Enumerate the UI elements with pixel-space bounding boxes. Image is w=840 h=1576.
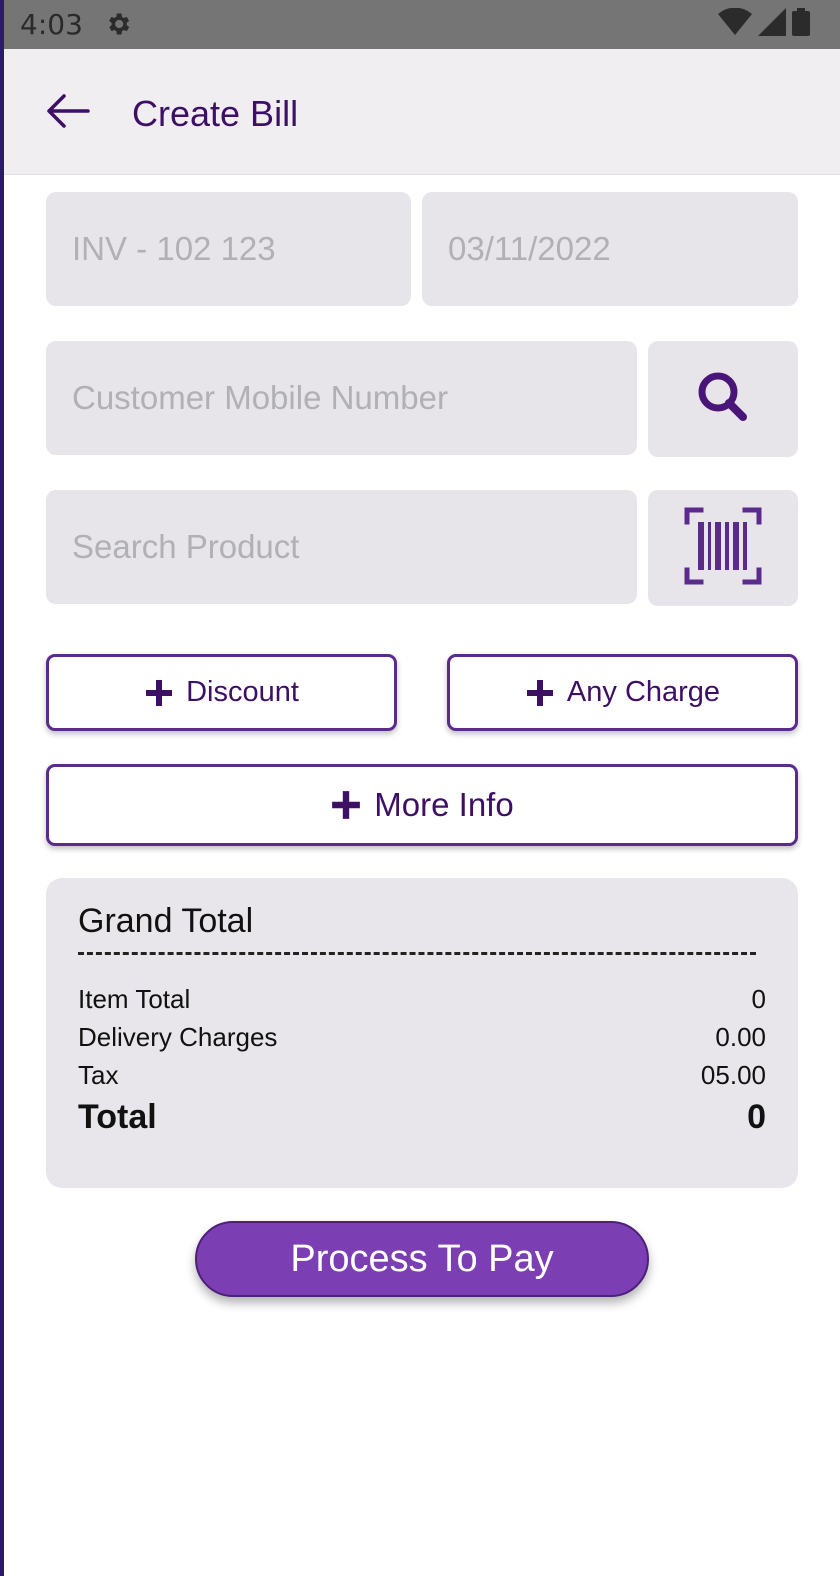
customer-mobile-placeholder: Customer Mobile Number: [72, 379, 448, 416]
product-search-placeholder: Search Product: [72, 528, 300, 565]
wifi-icon: [718, 7, 752, 41]
more-info-button[interactable]: More Info: [46, 764, 798, 846]
status-bar: 4:03: [4, 0, 840, 49]
delivery-charges-row: Delivery Charges 0.00: [78, 1022, 766, 1053]
barcode-scan-icon: [683, 506, 763, 591]
add-discount-label: Discount: [186, 676, 299, 708]
barcode-scan-button[interactable]: [648, 490, 798, 606]
customer-search-button[interactable]: [648, 341, 798, 457]
total-value: 0: [747, 1098, 766, 1136]
app-bar: Create Bill: [4, 49, 840, 175]
dashed-divider: [78, 952, 756, 955]
arrow-back-icon: [42, 94, 92, 137]
invoice-number-placeholder: INV - 102 123: [72, 230, 276, 267]
status-icons: [718, 7, 810, 41]
total-label: Total: [78, 1098, 157, 1136]
battery-icon: [792, 7, 810, 41]
add-charge-button[interactable]: Any Charge: [447, 654, 798, 731]
tax-value: 05.00: [700, 1060, 766, 1090]
back-button[interactable]: [42, 89, 92, 133]
delivery-charges-value: 0.00: [715, 1022, 766, 1052]
plus-icon: [330, 789, 362, 821]
signal-icon: [758, 7, 786, 41]
bill-date-field[interactable]: 03/11/2022: [422, 192, 798, 306]
window-edge: [0, 0, 4, 1576]
page-title: Create Bill: [132, 93, 299, 134]
add-discount-button[interactable]: Discount: [46, 654, 397, 731]
tax-label: Tax: [78, 1060, 119, 1090]
search-icon: [695, 369, 751, 430]
status-time: 4:03: [20, 8, 83, 41]
grand-total-card: Grand Total Item Total 0 Delivery Charge…: [46, 878, 798, 1188]
process-to-pay-button[interactable]: Process To Pay: [195, 1221, 649, 1297]
item-total-value: 0: [751, 984, 766, 1014]
item-total-row: Item Total 0: [78, 984, 766, 1015]
item-total-label: Item Total: [78, 984, 191, 1014]
plus-icon: [525, 678, 555, 708]
process-to-pay-label: Process To Pay: [290, 1237, 554, 1280]
customer-mobile-input[interactable]: Customer Mobile Number: [46, 341, 637, 455]
product-search-input[interactable]: Search Product: [46, 490, 637, 604]
total-row: Total 0: [78, 1098, 766, 1137]
tax-row: Tax 05.00: [78, 1060, 766, 1091]
bill-date-placeholder: 03/11/2022: [448, 230, 611, 267]
more-info-label: More Info: [374, 786, 514, 823]
grand-total-title: Grand Total: [78, 902, 254, 940]
add-charge-label: Any Charge: [566, 676, 721, 708]
invoice-number-field[interactable]: INV - 102 123: [46, 192, 411, 306]
plus-icon: [144, 678, 174, 708]
settings-icon: [104, 10, 132, 38]
delivery-charges-label: Delivery Charges: [78, 1022, 278, 1052]
